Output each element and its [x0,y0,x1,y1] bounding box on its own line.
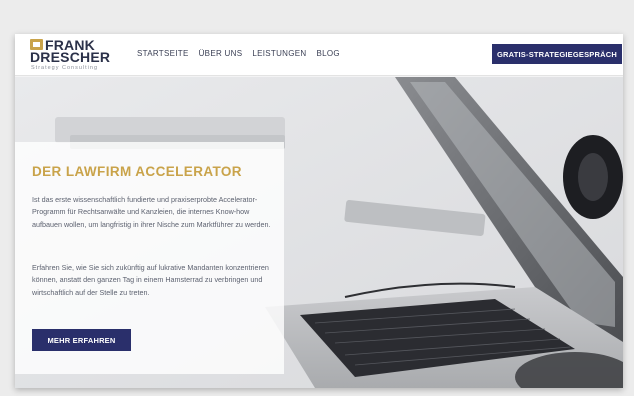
browser-screenshot-frame: FRANK DRESCHER Strategy Consulting START… [15,34,623,388]
hero-paragraph-2: Erfahren Sie, wie Sie sich zukünftig auf… [32,263,269,297]
nav-item-blog[interactable]: BLOG [316,49,339,58]
hero-paragraph-1: Ist das erste wissenschaftlich fundierte… [32,195,271,229]
logo-tagline: Strategy Consulting [31,65,98,71]
nav-item-ueber-uns[interactable]: ÜBER UNS [199,49,243,58]
site-header: FRANK DRESCHER Strategy Consulting START… [15,34,623,76]
hero-info-card: DER LAWFIRM ACCELERATOR Ist das erste wi… [15,142,284,374]
nav-item-startseite[interactable]: STARTSEITE [137,49,189,58]
hero-title: DER LAWFIRM ACCELERATOR [32,164,242,179]
learn-more-button[interactable]: MEHR ERFAHREN [32,329,131,351]
strategy-call-button[interactable]: GRATIS-STRATEGIEGESPRÄCH [492,44,622,64]
nav-item-leistungen[interactable]: LEISTUNGEN [252,49,306,58]
logo-name-last: DRESCHER [30,49,111,65]
logo[interactable]: FRANK DRESCHER Strategy Consulting [30,38,130,73]
main-nav: STARTSEITE ÜBER UNS LEISTUNGEN BLOG [137,49,340,58]
